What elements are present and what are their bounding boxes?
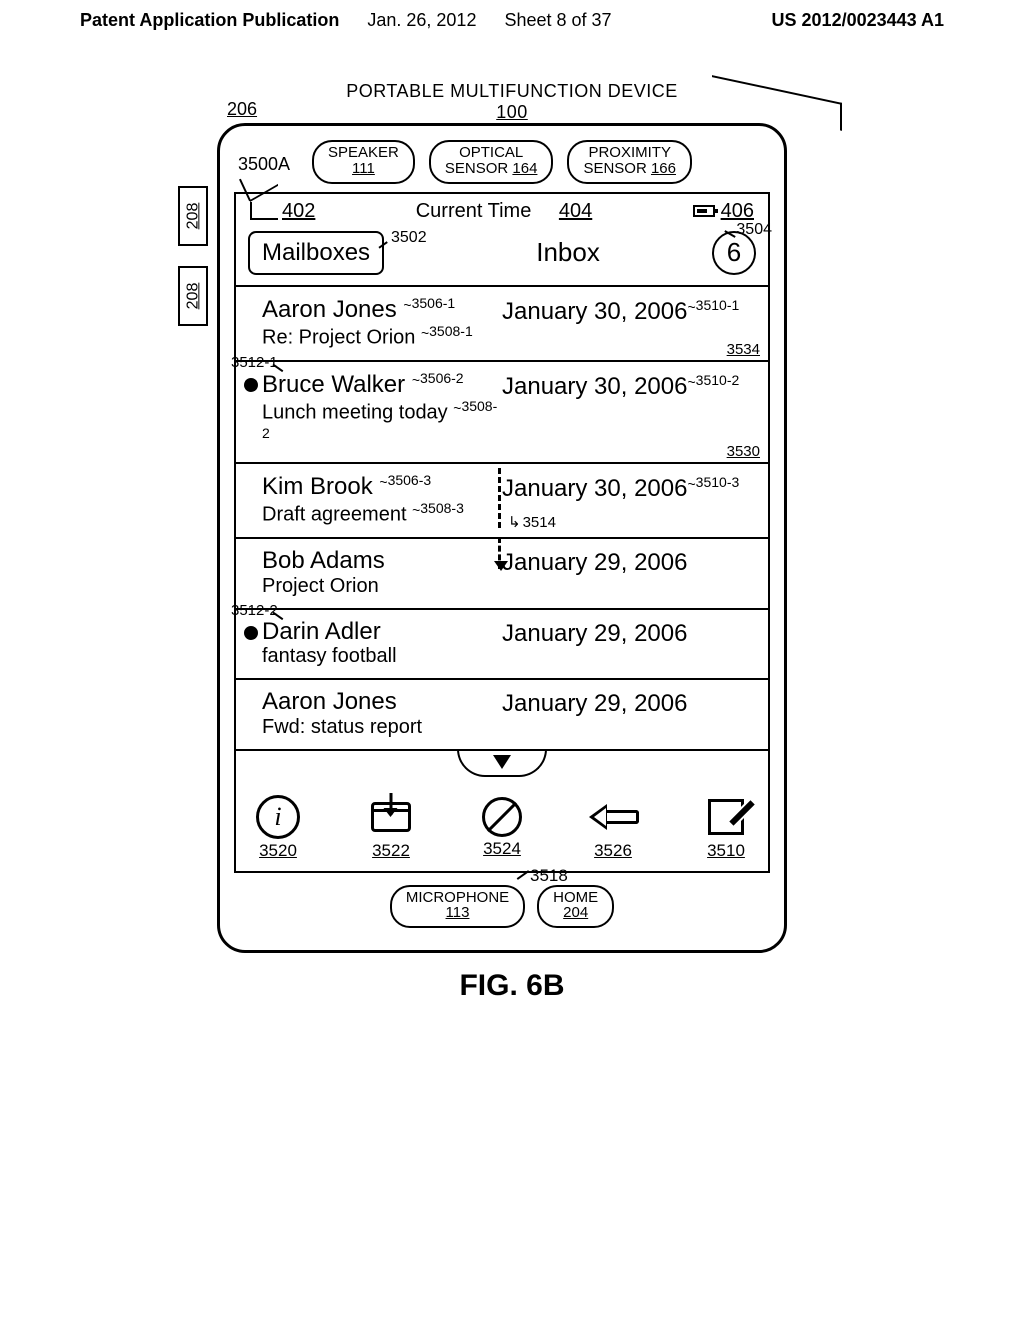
subject-line: fantasy football — [262, 645, 502, 668]
ref-406: 406 — [721, 200, 754, 223]
signal-icon — [250, 202, 278, 220]
ref-unread-dot: 3512-1 — [231, 354, 278, 371]
sender-name: Aaron Jones — [262, 688, 502, 716]
scroll-indicator-arrow — [498, 537, 501, 569]
mail-date: January 30, 2006~3510-3 — [502, 472, 760, 503]
header-publication: Patent Application Publication — [80, 10, 339, 31]
ref-402: 402 — [282, 200, 315, 223]
side-button-208-bottom: 208 — [178, 266, 208, 326]
battery-icon — [693, 205, 715, 217]
header-date: Jan. 26, 2012 — [367, 10, 476, 31]
status-time: Current Time 404 — [315, 200, 692, 223]
block-icon — [482, 797, 522, 837]
compose-button[interactable]: 3510 — [704, 795, 748, 861]
side-button-208-top: 208 — [178, 186, 208, 246]
subject-line: Lunch meeting today ~3508-2 — [262, 398, 502, 451]
mail-date: January 30, 2006~3510-2 — [502, 370, 760, 401]
top-hardware-row: SPEAKER 111 OPTICAL SENSOR 164 PROXIMITY… — [234, 140, 770, 184]
scroll-indicator-line — [498, 468, 501, 528]
subject-line: Project Orion — [262, 575, 502, 598]
subject-line: Re: Project Orion ~3508-1 — [262, 323, 502, 350]
ref-3500A: 3500A — [238, 154, 290, 175]
proximity-sensor-label: PROXIMITY SENSOR 166 — [567, 140, 692, 184]
subject-line: Draft agreement ~3508-3 — [262, 500, 502, 527]
unread-dot-icon — [244, 378, 258, 392]
ref-3518: 3518 — [530, 866, 568, 886]
mailboxes-button[interactable]: Mailboxes — [248, 231, 384, 275]
sender-name: Kim Brook ~3506-3 — [262, 472, 502, 501]
block-button[interactable]: 3524 — [482, 797, 522, 859]
reply-icon — [591, 795, 635, 839]
mail-list: Aaron Jones ~3506-1Re: Project Orion ~35… — [236, 287, 768, 751]
subject-line: Fwd: status report — [262, 716, 502, 739]
mail-row[interactable]: Bob AdamsProject OrionJanuary 29, 2006 — [236, 539, 768, 610]
sender-name: Bob Adams — [262, 547, 502, 575]
nav-bar: Mailboxes 3502 Inbox 6 3504 — [236, 225, 768, 287]
ref-3514: ↳3514 — [508, 513, 556, 531]
ref-3526: 3526 — [591, 841, 635, 861]
unread-dot-icon — [244, 626, 258, 640]
ref-3504: 3504 — [736, 221, 772, 239]
ref-206: 206 — [227, 99, 257, 120]
mail-row[interactable]: Aaron Jones ~3506-1Re: Project Orion ~35… — [236, 287, 768, 362]
bottom-hardware-row: MICROPHONE 113 HOME 204 — [234, 885, 770, 929]
figure-caption: FIG. 6B — [152, 969, 872, 1003]
mail-row[interactable]: Aaron JonesFwd: status reportJanuary 29,… — [236, 680, 768, 751]
mail-date: January 29, 2006 — [502, 547, 760, 577]
mail-row[interactable]: 3512-2Darin Adlerfantasy footballJanuary… — [236, 610, 768, 681]
sender-name: Darin Adler — [262, 618, 502, 646]
header-sheet: Sheet 8 of 37 — [504, 10, 611, 31]
ref-3510: 3510 — [704, 841, 748, 861]
microphone-label: MICROPHONE 113 — [390, 885, 525, 929]
mail-date: January 29, 2006 — [502, 618, 760, 648]
status-bar: 402 Current Time 404 406 — [236, 194, 768, 225]
device-outline: 208 208 3500A SPEAKER 111 OPTICAL SENSOR… — [217, 123, 787, 953]
mail-date: January 30, 2006~3510-1 — [502, 295, 760, 326]
document-header: Patent Application Publication Jan. 26, … — [0, 0, 1024, 41]
screen: 402 Current Time 404 406 Mailboxes 3502 … — [234, 192, 770, 873]
header-pubno: US 2012/0023443 A1 — [772, 10, 944, 31]
ref-3502: 3502 — [391, 229, 427, 247]
ref-row: 3530 — [727, 443, 760, 460]
mail-row[interactable]: Kim Brook ~3506-3Draft agreement ~3508-3… — [236, 464, 768, 539]
compose-icon — [704, 795, 748, 839]
figure: 206 PORTABLE MULTIFUNCTION DEVICE 100 20… — [152, 81, 872, 1003]
ref-3520: 3520 — [256, 841, 300, 861]
info-button[interactable]: i 3520 — [256, 795, 300, 861]
inbox-icon — [369, 795, 413, 839]
speaker-label: SPEAKER 111 — [312, 140, 415, 184]
mail-row[interactable]: 3512-1Bruce Walker ~3506-2Lunch meeting … — [236, 362, 768, 464]
ref-unread-dot: 3512-2 — [231, 602, 278, 619]
sender-name: Bruce Walker ~3506-2 — [262, 370, 502, 399]
reply-button[interactable]: 3526 — [591, 795, 635, 861]
more-tab[interactable] — [457, 749, 547, 777]
download-button[interactable]: 3522 — [369, 795, 413, 861]
ref-3522: 3522 — [369, 841, 413, 861]
optical-sensor-label: OPTICAL SENSOR 164 — [429, 140, 554, 184]
toolbar: i 3520 3522 3524 3526 — [236, 777, 768, 861]
inbox-title: Inbox — [424, 237, 712, 268]
info-icon: i — [256, 795, 300, 839]
ref-3524: 3524 — [482, 839, 522, 859]
mail-date: January 29, 2006 — [502, 688, 760, 718]
sender-name: Aaron Jones ~3506-1 — [262, 295, 502, 324]
ref-row: 3534 — [727, 341, 760, 358]
home-button-label: HOME 204 — [537, 885, 614, 929]
